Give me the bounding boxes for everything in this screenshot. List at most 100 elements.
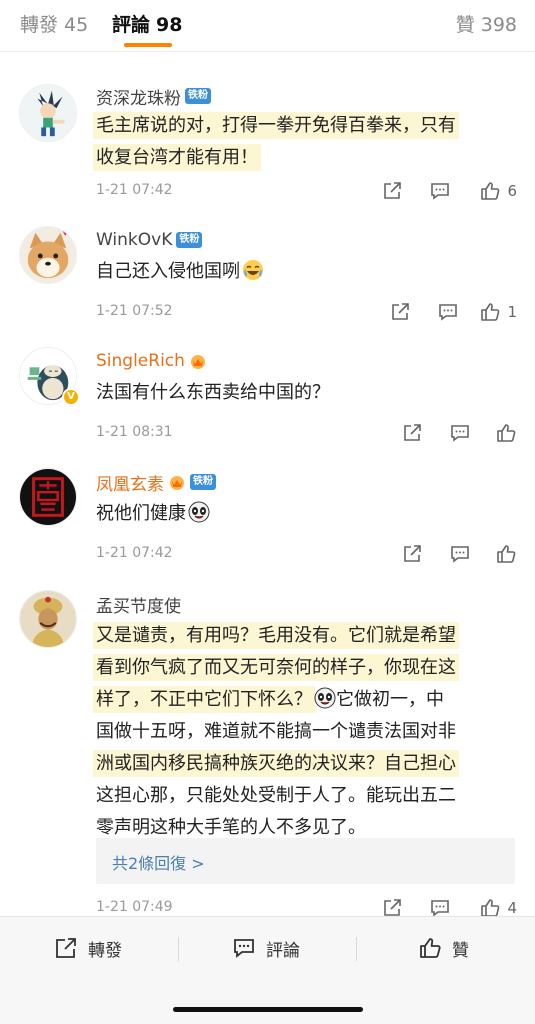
member-crown-icon <box>170 476 184 490</box>
share-button[interactable] <box>381 179 403 203</box>
thumbs-up-icon <box>497 545 516 563</box>
panda-emoji <box>188 501 210 523</box>
comment-footer: 1-21 07:42 <box>96 542 517 566</box>
comment-icon <box>431 183 449 200</box>
like-label: 贊 <box>452 940 469 961</box>
tab-likes-count: 398 <box>480 14 517 36</box>
tab-repost[interactable]: 轉發 45 <box>20 10 88 37</box>
comment-time: 1-21 07:42 <box>96 182 173 198</box>
reply-button[interactable] <box>449 542 471 566</box>
comment-text-line: 它做初一，中 <box>336 689 444 710</box>
view-replies-label: 共2條回復 > <box>112 854 205 873</box>
reply-button[interactable] <box>449 421 471 445</box>
crying-laugh-emoji <box>243 260 263 280</box>
comment-footer: 1-21 08:31 <box>96 421 517 445</box>
fan-badge: 铁粉 <box>190 474 216 490</box>
comment-icon <box>451 425 469 442</box>
divider <box>356 937 357 961</box>
share-icon <box>56 938 76 958</box>
tab-comments[interactable]: 評論 98 <box>112 10 182 37</box>
comment-tabs: 轉發 45 評論 98 贊 398 <box>0 0 535 52</box>
divider <box>178 937 179 961</box>
share-button[interactable] <box>401 421 423 445</box>
comment-text: 自己还入侵他国咧 <box>96 256 516 288</box>
comment-header: 孟买节度使 <box>96 592 181 617</box>
fan-badge: 铁粉 <box>176 232 203 248</box>
comment-time: 1-21 07:42 <box>96 545 173 561</box>
like-count: 4 <box>507 899 517 917</box>
comment-icon <box>451 546 469 563</box>
thumbs-up-icon <box>481 303 500 321</box>
view-replies-link[interactable]: 共2條回復 > <box>96 838 515 884</box>
comment-text-line: 法国有什么东西卖给中国的？ <box>96 382 330 403</box>
comment-text: 法国有什么东西卖给中国的？ <box>96 377 516 409</box>
comment-header: SingleRich <box>96 349 207 373</box>
like-post-button[interactable]: 贊 <box>418 936 469 961</box>
repost-label: 轉發 <box>88 940 122 961</box>
bottom-action-bar: 轉發 評論 贊 <box>0 916 535 1024</box>
comment-button[interactable]: 評論 <box>232 936 300 961</box>
comment-footer: 1-21 07:52 1 <box>96 300 517 324</box>
like-button[interactable] <box>495 542 517 566</box>
username[interactable]: 孟买节度使 <box>96 592 181 617</box>
member-crown-icon <box>190 355 205 369</box>
share-icon <box>404 424 421 441</box>
like-button[interactable] <box>495 421 517 445</box>
tab-comments-label: 評論 <box>112 14 151 36</box>
comment-label: 評論 <box>266 940 300 961</box>
comment-text-line: 祝他们健康 <box>96 503 186 524</box>
comment-time: 1-21 08:31 <box>96 424 173 440</box>
username[interactable]: 凤凰玄素 <box>96 470 164 495</box>
tab-likes[interactable]: 贊 398 <box>456 10 517 37</box>
comment-text-line: 国做十五呀，难道就不能搞一个谴责法国对非 <box>96 721 456 742</box>
like-button[interactable]: 1 <box>479 300 517 324</box>
tab-repost-label: 轉發 <box>20 14 59 36</box>
cartoon-character-avatar[interactable] <box>19 84 77 142</box>
share-icon <box>392 303 409 320</box>
comment-icon <box>439 304 457 321</box>
tab-likes-label: 贊 <box>455 14 475 36</box>
comment-text-line: 自己还入侵他国咧 <box>96 261 240 282</box>
like-button[interactable]: 6 <box>479 179 517 203</box>
comment-text-line: 洲或国内移民搞种族灭绝的决议来？自己担心 <box>96 753 456 774</box>
comment-text-line: 又是谴责，有用吗？毛用没有。它们就是希望 <box>96 625 456 646</box>
comment-header: WinkOvK 铁粉 <box>96 228 203 252</box>
share-button[interactable] <box>389 300 411 324</box>
comment-time: 1-21 07:49 <box>96 899 173 915</box>
thumbs-up-icon <box>497 424 516 442</box>
share-icon <box>404 545 421 562</box>
tab-comments-count: 98 <box>156 14 183 36</box>
comment-text-line: 收复台湾才能有用！ <box>96 147 258 168</box>
like-count: 6 <box>507 182 517 200</box>
thumbs-up-icon <box>420 938 441 958</box>
comment-text-line: 毛主席说的对，打得一拳开免得百拳来，只有 <box>96 115 456 136</box>
home-indicator <box>173 1007 363 1012</box>
repost-button[interactable]: 轉發 <box>54 936 122 961</box>
panda-emoji <box>314 687 336 709</box>
tab-repost-count: 45 <box>64 14 89 36</box>
red-seal-avatar[interactable] <box>19 468 77 526</box>
comment-text: 毛主席说的对，打得一拳开免得百拳来，只有 收复台湾才能有用！ <box>96 110 516 174</box>
like-count: 1 <box>507 303 517 321</box>
share-button[interactable] <box>401 542 423 566</box>
comment-icon <box>234 939 254 958</box>
comment-header: 资深龙珠粉 铁粉 <box>96 84 211 109</box>
comment-time: 1-21 07:52 <box>96 303 173 319</box>
shiba-dog-avatar[interactable] <box>19 226 77 284</box>
indian-emperor-avatar[interactable] <box>19 590 77 648</box>
reply-button[interactable] <box>437 300 459 324</box>
comment-text-line: 这担心那，只能处处受制于人了。能玩出五二 <box>96 785 456 806</box>
comment-text-line: 零声明这种大手笔的人不多见了。 <box>96 817 366 838</box>
comment-text-line: 样了，不正中它们下怀么？ <box>96 689 312 710</box>
reply-button[interactable] <box>429 179 451 203</box>
username[interactable]: 资深龙珠粉 <box>96 84 181 109</box>
username[interactable]: WinkOvK <box>96 230 172 250</box>
comment-footer: 1-21 07:42 6 <box>96 179 517 203</box>
fan-badge: 铁粉 <box>185 88 211 104</box>
verified-v-icon: V <box>62 388 80 406</box>
comment-text-line: 看到你气疯了而又无可奈何的样子，你现在这 <box>96 657 456 678</box>
active-tab-indicator <box>124 43 172 47</box>
comment-text: 祝他们健康 <box>96 498 516 530</box>
comment-text: 又是谴责，有用吗？毛用没有。它们就是希望 看到你气疯了而又无可奈何的样子，你现在… <box>96 620 516 844</box>
username[interactable]: SingleRich <box>96 351 185 371</box>
